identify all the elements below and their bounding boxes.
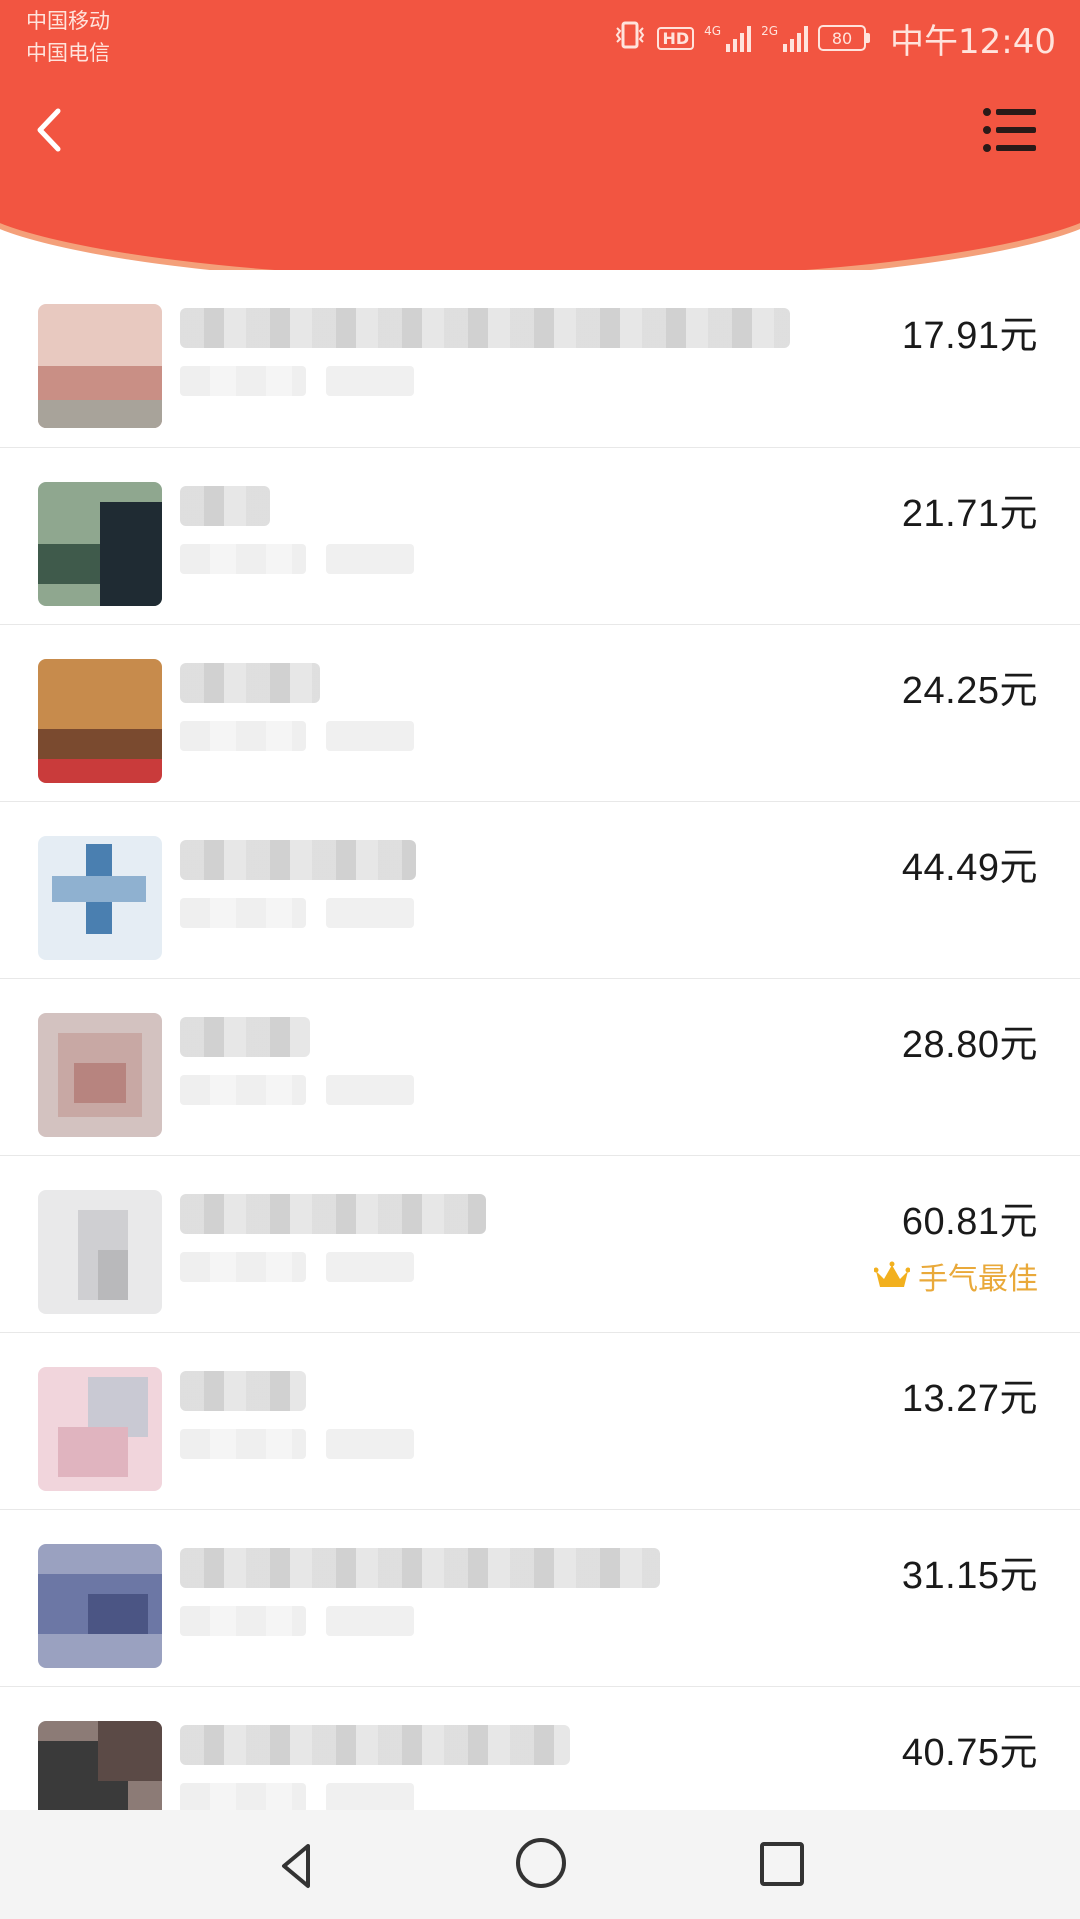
signal-icon-2: 2G [761,24,809,52]
battery-level: 80 [818,25,867,51]
receive-time-blurred [180,1252,306,1282]
avatar [38,659,162,783]
list-item[interactable]: 13.27元 [0,1333,1080,1510]
best-luck-badge: 手气最佳 [874,1254,1038,1298]
sender-name-blurred [180,308,790,348]
sender-name-blurred [180,663,320,703]
nav-back-icon [282,1844,310,1888]
receive-time-blurred [326,544,414,574]
avatar [38,1190,162,1314]
list-item[interactable]: 17.91元 [0,270,1080,448]
list-item[interactable]: 28.80元 [0,979,1080,1156]
receive-time-blurred [180,544,306,574]
receive-time-blurred [326,1429,414,1459]
sender-name-blurred [180,1371,306,1411]
crown-icon [874,1261,910,1287]
receive-time-blurred [180,898,306,928]
list-item[interactable]: 31.15元 [0,1510,1080,1687]
sender-name-blurred [180,486,270,526]
amount: 13.27元 [901,1378,1038,1420]
nav-recent-button[interactable] [760,1842,804,1886]
signal-icon-1: 4G [704,24,752,52]
back-button[interactable] [18,100,78,160]
receive-time-blurred [180,721,306,751]
amount: 60.81元 [901,1201,1038,1243]
sender-name-blurred [180,840,416,880]
receive-time-blurred [326,898,414,928]
amount: 21.71元 [901,493,1038,535]
receive-time-blurred [180,1429,306,1459]
receive-time-blurred [326,1075,414,1105]
receive-time-blurred [180,1783,306,1813]
sender-name-blurred [180,1548,660,1588]
sender-name-blurred [180,1017,310,1057]
receive-time-blurred [180,1075,306,1105]
receive-time-blurred [180,1606,306,1636]
nav-back-button[interactable] [268,1840,324,1892]
avatar [38,304,162,428]
hd-badge: HD [657,26,695,50]
amount: 40.75元 [901,1732,1038,1774]
avatar [38,836,162,960]
carrier-2: 中国电信 [26,41,110,65]
system-icons: HD 4G 2G 80 中午12:40 [613,16,1056,62]
avatar [38,1013,162,1137]
chevron-left-icon [37,108,61,152]
sender-name-blurred [180,1725,570,1765]
amount: 28.80元 [901,1024,1038,1066]
receive-time-blurred [326,1252,414,1282]
receive-time-blurred [180,366,306,396]
amount: 31.15元 [901,1555,1038,1597]
avatar [38,1367,162,1491]
list-item[interactable]: 44.49元 [0,802,1080,979]
vibrate-icon [613,20,647,56]
list-item[interactable]: 60.81元 手气最佳 [0,1156,1080,1333]
avatar [38,482,162,606]
receive-time-blurred [326,366,414,396]
red-packet-record-list: 17.91元 21.71元 24.25元 44.49元 28.80元 60.81… [0,270,1080,1864]
carrier-1: 中国移动 [26,9,110,33]
receive-time-blurred [326,721,414,751]
clock: 中午12:40 [890,21,1056,62]
more-menu-button[interactable] [982,104,1038,156]
sender-name-blurred [180,1194,486,1234]
best-luck-label: 手气最佳 [918,1262,1038,1297]
list-item[interactable]: 24.25元 [0,625,1080,802]
status-bar: 中国移动 中国电信 HD 4G 2G 80 中午12:40 [0,0,1080,80]
amount: 24.25元 [901,670,1038,712]
receive-time-blurred [326,1606,414,1636]
amount: 17.91元 [901,315,1038,357]
amount: 44.49元 [901,847,1038,889]
battery-icon: 80 [818,25,871,51]
nav-home-button[interactable] [516,1838,566,1888]
list-menu-icon [983,108,1036,152]
avatar [38,1544,162,1668]
receive-time-blurred [326,1783,414,1813]
list-item[interactable]: 21.71元 [0,448,1080,625]
system-navigation-bar [0,1810,1080,1919]
